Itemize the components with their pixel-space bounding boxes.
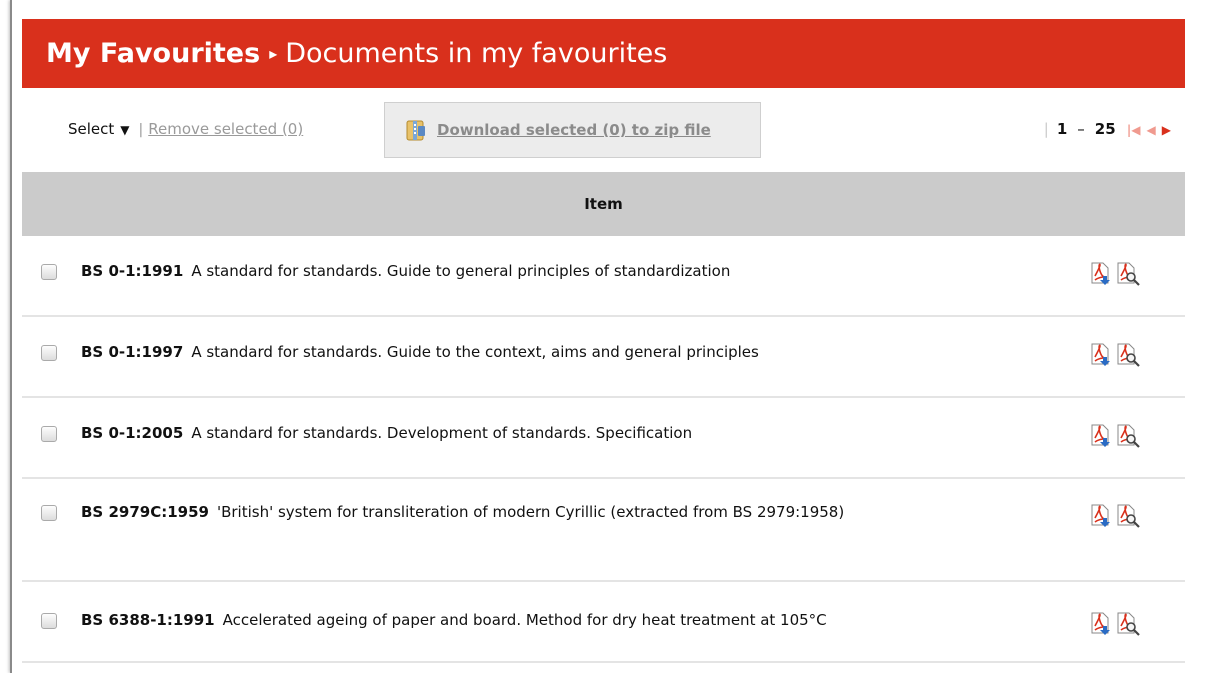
breadcrumb-separator: ▸	[269, 44, 278, 63]
pdf-download-icon[interactable]	[1090, 504, 1112, 528]
first-page-icon[interactable]: |◀	[1127, 123, 1141, 137]
page-header: My Favourites ▸ Documents in my favourites	[22, 19, 1185, 88]
standard-title: 'British' system for transliteration of …	[216, 503, 845, 521]
row-actions	[1090, 343, 1150, 367]
row-actions	[1090, 612, 1150, 636]
toolbar-divider: |	[138, 122, 144, 138]
pdf-preview-icon[interactable]	[1116, 343, 1140, 367]
pdf-download-icon[interactable]	[1090, 343, 1112, 367]
table-header: Item	[22, 172, 1185, 236]
caret-down-icon: ▼	[120, 123, 130, 137]
standard-title: Accelerated ageing of paper and board. M…	[222, 611, 827, 629]
standard-code[interactable]: BS 0-1:1991	[81, 262, 183, 280]
page-title: Documents in my favourites	[285, 38, 668, 69]
row-actions	[1090, 424, 1150, 448]
table-row: BS 0-1:2005 A standard for standards. Dev…	[22, 398, 1185, 479]
table-row: BS 0-1:1991 A standard for standards. Gui…	[22, 236, 1185, 317]
row-checkbox[interactable]	[41, 613, 57, 629]
row-text: BS 6388-1:1991 Accelerated ageing of pape…	[81, 607, 931, 633]
table-row: BS 2979C:1959 'British' system for transl…	[22, 479, 1185, 582]
remove-selected-link[interactable]: Remove selected (0)	[148, 120, 303, 138]
favourites-list: BS 0-1:1991 A standard for standards. Gui…	[22, 236, 1185, 663]
pdf-download-icon[interactable]	[1090, 262, 1112, 286]
page-range-start: 1	[1056, 120, 1068, 138]
row-actions	[1090, 262, 1150, 286]
zip-file-icon	[406, 120, 425, 141]
standard-code[interactable]: BS 0-1:2005	[81, 424, 183, 442]
row-checkbox[interactable]	[41, 345, 57, 361]
row-text: BS 0-1:1997 A standard for standards. Gui…	[81, 339, 931, 365]
pdf-preview-icon[interactable]	[1116, 262, 1140, 286]
standard-title: A standard for standards. Guide to gener…	[191, 262, 731, 280]
row-text: BS 2979C:1959 'British' system for transl…	[81, 499, 931, 525]
row-actions	[1090, 504, 1150, 528]
pager-divider: |	[1043, 120, 1049, 138]
pdf-preview-icon[interactable]	[1116, 424, 1140, 448]
select-dropdown[interactable]: Select ▼	[68, 120, 130, 138]
download-zip-label: Download selected (0) to zip file	[437, 121, 711, 139]
breadcrumb-parent[interactable]: My Favourites	[46, 38, 260, 69]
download-zip-button[interactable]: Download selected (0) to zip file	[384, 102, 761, 158]
table-row: BS 6388-1:1991 Accelerated ageing of pape…	[22, 582, 1185, 663]
row-checkbox[interactable]	[41, 505, 57, 521]
standard-code[interactable]: BS 0-1:1997	[81, 343, 183, 361]
toolbar: Select ▼ | Remove selected (0) Download sel…	[22, 88, 1185, 172]
pdf-preview-icon[interactable]	[1116, 612, 1140, 636]
row-checkbox[interactable]	[41, 426, 57, 442]
select-label: Select	[68, 120, 115, 138]
row-checkbox[interactable]	[41, 264, 57, 280]
page-range-dash: –	[1077, 120, 1085, 138]
standard-code[interactable]: BS 2979C:1959	[81, 503, 209, 521]
standard-title: A standard for standards. Development of…	[191, 424, 693, 442]
pagination: | 1–25 |◀ ◀ ▶	[1044, 120, 1171, 138]
row-text: BS 0-1:1991 A standard for standards. Gui…	[81, 258, 931, 284]
pdf-preview-icon[interactable]	[1116, 504, 1140, 528]
page-range-end: 25	[1094, 120, 1116, 138]
standard-title: A standard for standards. Guide to the c…	[191, 343, 759, 361]
select-group: Select ▼ | Remove selected (0)	[68, 120, 303, 138]
next-page-icon[interactable]: ▶	[1162, 123, 1171, 137]
pdf-download-icon[interactable]	[1090, 424, 1112, 448]
pdf-download-icon[interactable]	[1090, 612, 1112, 636]
standard-code[interactable]: BS 6388-1:1991	[81, 611, 215, 629]
column-header-item: Item	[584, 195, 623, 213]
table-row: BS 0-1:1997 A standard for standards. Gui…	[22, 317, 1185, 398]
row-text: BS 0-1:2005 A standard for standards. Dev…	[81, 420, 931, 446]
prev-page-icon[interactable]: ◀	[1147, 123, 1156, 137]
